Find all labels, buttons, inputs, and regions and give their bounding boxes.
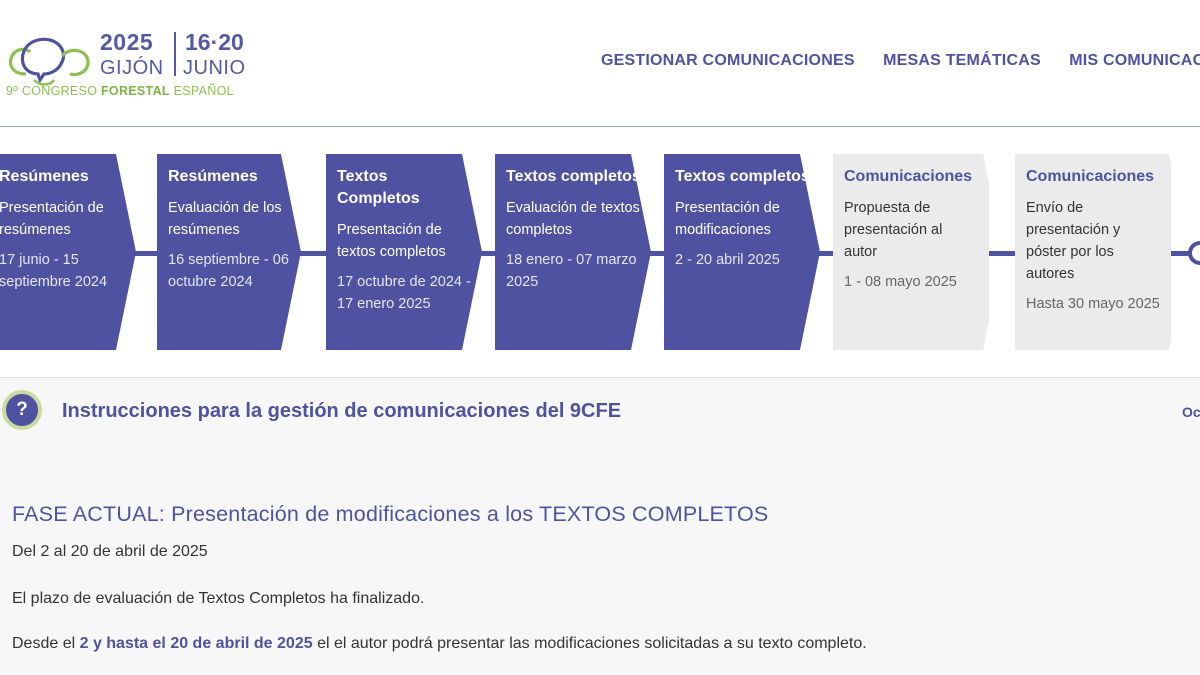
step-description: Envío de presentación y póster por los a… [1026,200,1121,282]
logo-separator [174,32,176,76]
nav-gestionar-comunicaciones[interactable]: GESTIONAR COMUNICACIONES [601,52,855,70]
detail-suffix: el el autor podrá presentar las modifica… [312,635,867,652]
step-text: Textos completos Presentación de modific… [675,166,810,271]
step-title: Comunicaciones [844,168,973,185]
step-description: Propuesta de presentación al autor [844,200,943,260]
step-title: Textos Completos [337,168,420,207]
timeline-step-resumenes-evaluacion[interactable]: Resúmenes Evaluación de los resúmenes 16… [157,154,313,350]
detail-prefix: Desde el [12,635,80,652]
logo-dates: 16·20 [185,29,244,55]
step-text: Resúmenes Presentación de resúmenes 17 j… [0,166,134,293]
timeline-end-dot [1188,241,1200,265]
logo-subtitle: 9º CONGRESO FORESTAL ESPAÑOL [6,84,234,98]
site-header: 2025 GIJÓN 16·20 JUNIO 9º CONGRESO FORES… [0,0,1200,127]
timeline-step-comunicaciones-propuesta[interactable]: Comunicaciones Propuesta de presentación… [833,154,989,350]
step-description: Presentación de modificaciones [675,200,780,238]
logo-sub-prefix: 9º CONGRESO [6,84,98,98]
logo-sub-bold: FORESTAL [101,84,170,98]
logo-sub-suffix: ESPAÑOL [173,84,234,98]
step-text: Comunicaciones Propuesta de presentación… [844,166,979,293]
step-description: Presentación de resúmenes [0,200,104,238]
step-title: Comunicaciones [1026,168,1155,185]
nav-mis-comunicaciones[interactable]: MIS COMUNICACIONES [1069,52,1200,70]
main-nav: GESTIONAR COMUNICACIONES MESAS TEMÁTICAS… [601,52,1200,70]
step-title: Resúmenes [0,168,89,185]
step-title: Textos completos [675,168,810,185]
step-date: 1 - 08 mayo 2025 [844,274,957,290]
step-description: Presentación de textos completos [337,222,446,260]
detail-deadline: 2 y hasta el 20 de abril de 2025 [79,635,313,652]
instructions-title[interactable]: Instrucciones para la gestión de comunic… [62,400,621,423]
step-date: 17 junio - 15 septiembre 2024 [0,252,108,290]
step-text: Comunicaciones Envío de presentación y p… [1026,166,1161,315]
current-phase-title: FASE ACTUAL: Presentación de modificacio… [12,502,769,526]
step-date: 16 septiembre - 06 octubre 2024 [168,252,289,290]
current-phase-status: El plazo de evaluación de Textos Complet… [12,590,425,607]
timeline-step-textos-presentacion[interactable]: Textos Completos Presentación de textos … [326,154,482,350]
timeline-step-comunicaciones-envio[interactable]: Comunicaciones Envío de presentación y p… [1015,154,1171,350]
congress-logo[interactable]: 2025 GIJÓN 16·20 JUNIO 9º CONGRESO FORES… [0,22,270,102]
timeline-step-textos-evaluacion[interactable]: Textos completos Evaluación de textos co… [495,154,651,350]
logo-city: GIJÓN [100,57,164,79]
step-date: 17 octubre de 2024 - 17 enero 2025 [337,274,471,312]
step-date: 18 enero - 07 marzo 2025 [506,252,637,290]
timeline-step-textos-modificaciones[interactable]: Textos completos Presentación de modific… [664,154,820,350]
logo-bubbles-icon [8,37,90,86]
step-text: Textos completos Evaluación de textos co… [506,166,641,293]
step-date: 2 - 20 abril 2025 [675,252,780,268]
logo-year: 2025 [100,29,154,55]
logo-month: JUNIO [183,57,246,79]
step-title: Resúmenes [168,168,258,185]
instructions-section: ? Instrucciones para la gestión de comun… [0,377,1200,675]
step-title: Textos completos [506,168,641,185]
step-description: Evaluación de textos completos [506,200,640,238]
step-text: Textos Completos Presentación de textos … [337,166,472,315]
current-phase-detail: Desde el 2 y hasta el 20 de abril de 202… [12,635,867,653]
step-description: Evaluación de los resúmenes [168,200,282,238]
nav-mesas-tematicas[interactable]: MESAS TEMÁTICAS [883,52,1041,70]
timeline-step-resumenes-presentacion[interactable]: Resúmenes Presentación de resúmenes 17 j… [0,154,144,350]
help-question-icon[interactable]: ? [2,390,42,430]
step-date: Hasta 30 mayo 2025 [1026,296,1160,312]
current-phase-dates: Del 2 al 20 de abril de 2025 [12,543,208,560]
instructions-toggle-link[interactable]: Oc [1182,404,1200,420]
phase-timeline: Resúmenes Presentación de resúmenes 17 j… [0,154,1200,350]
step-text: Resúmenes Evaluación de los resúmenes 16… [168,166,303,293]
